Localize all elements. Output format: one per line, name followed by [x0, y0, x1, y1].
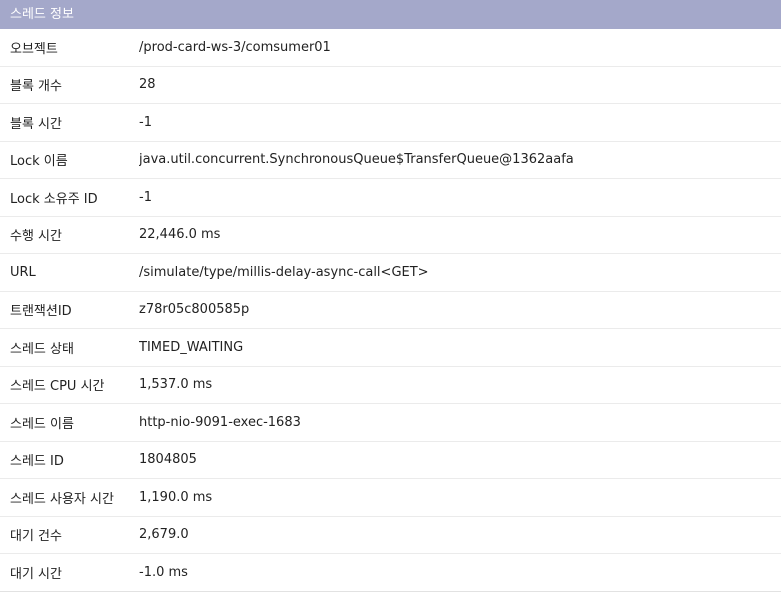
row-value: z78r05c800585p	[139, 302, 250, 318]
row-label: 스레드 이름	[10, 416, 74, 432]
info-row-thread-cpu-time: 스레드 CPU 시간 1,537.0 ms	[0, 367, 781, 404]
row-label: URL	[10, 264, 36, 280]
info-row-block-time: 블록 시간 -1	[0, 104, 781, 142]
row-label: 오브젝트	[10, 41, 58, 57]
row-label: 블록 개수	[10, 79, 62, 95]
info-row-waited-time: 대기 시간 -1.0 ms	[0, 554, 781, 592]
info-row-lock-name: Lock 이름 java.util.concurrent.Synchronous…	[0, 142, 781, 179]
row-value: 1804805	[139, 452, 197, 468]
info-row-waited-count: 대기 건수 2,679.0	[0, 517, 781, 554]
row-label: 수행 시간	[10, 229, 62, 245]
row-label: 스레드 상태	[10, 341, 74, 357]
row-value: 28	[139, 77, 156, 93]
row-value: 1,190.0 ms	[139, 489, 213, 505]
info-row-thread-name: 스레드 이름 http-nio-9091-exec-1683	[0, 404, 781, 442]
row-value: -1	[139, 114, 152, 130]
row-value: http-nio-9091-exec-1683	[139, 414, 301, 430]
row-label: 대기 건수	[10, 529, 62, 545]
row-label: 스레드 ID	[10, 454, 64, 470]
info-row-url: URL /simulate/type/millis-delay-async-ca…	[0, 254, 781, 292]
row-value: 22,446.0 ms	[139, 227, 221, 243]
info-row-thread-id: 스레드 ID 1804805	[0, 442, 781, 479]
row-label: 블록 시간	[10, 116, 62, 132]
row-label: Lock 이름	[10, 154, 68, 170]
row-value: 1,537.0 ms	[139, 377, 213, 393]
row-label: 스레드 사용자 시간	[10, 491, 114, 507]
info-row-block-count: 블록 개수 28	[0, 67, 781, 104]
row-label: 스레드 CPU 시간	[10, 379, 105, 395]
row-value: java.util.concurrent.SynchronousQueue$Tr…	[139, 152, 574, 168]
info-row-thread-state: 스레드 상태 TIMED_WAITING	[0, 329, 781, 367]
row-label: 대기 시간	[10, 566, 62, 582]
thread-info-panel: 스레드 정보 오브젝트 /prod-card-ws-3/comsumer01 블…	[0, 0, 781, 592]
row-label: 트랜잭션ID	[10, 304, 72, 320]
panel-title: 스레드 정보	[0, 0, 781, 29]
info-row-transaction-id: 트랜잭션ID z78r05c800585p	[0, 292, 781, 329]
row-value: -1.0 ms	[139, 564, 188, 580]
row-value: TIMED_WAITING	[139, 339, 244, 355]
row-label: Lock 소유주 ID	[10, 191, 98, 207]
info-row-elapsed-time: 수행 시간 22,446.0 ms	[0, 217, 781, 254]
thread-info-list: 오브젝트 /prod-card-ws-3/comsumer01 블록 개수 28…	[0, 29, 781, 592]
row-value: -1	[139, 189, 152, 205]
row-value: /prod-card-ws-3/comsumer01	[139, 39, 331, 55]
info-row-object: 오브젝트 /prod-card-ws-3/comsumer01	[0, 29, 781, 67]
info-row-lock-owner-id: Lock 소유주 ID -1	[0, 179, 781, 217]
info-row-thread-user-time: 스레드 사용자 시간 1,190.0 ms	[0, 479, 781, 517]
row-value: 2,679.0	[139, 527, 189, 543]
row-value: /simulate/type/millis-delay-async-call<G…	[139, 264, 429, 280]
